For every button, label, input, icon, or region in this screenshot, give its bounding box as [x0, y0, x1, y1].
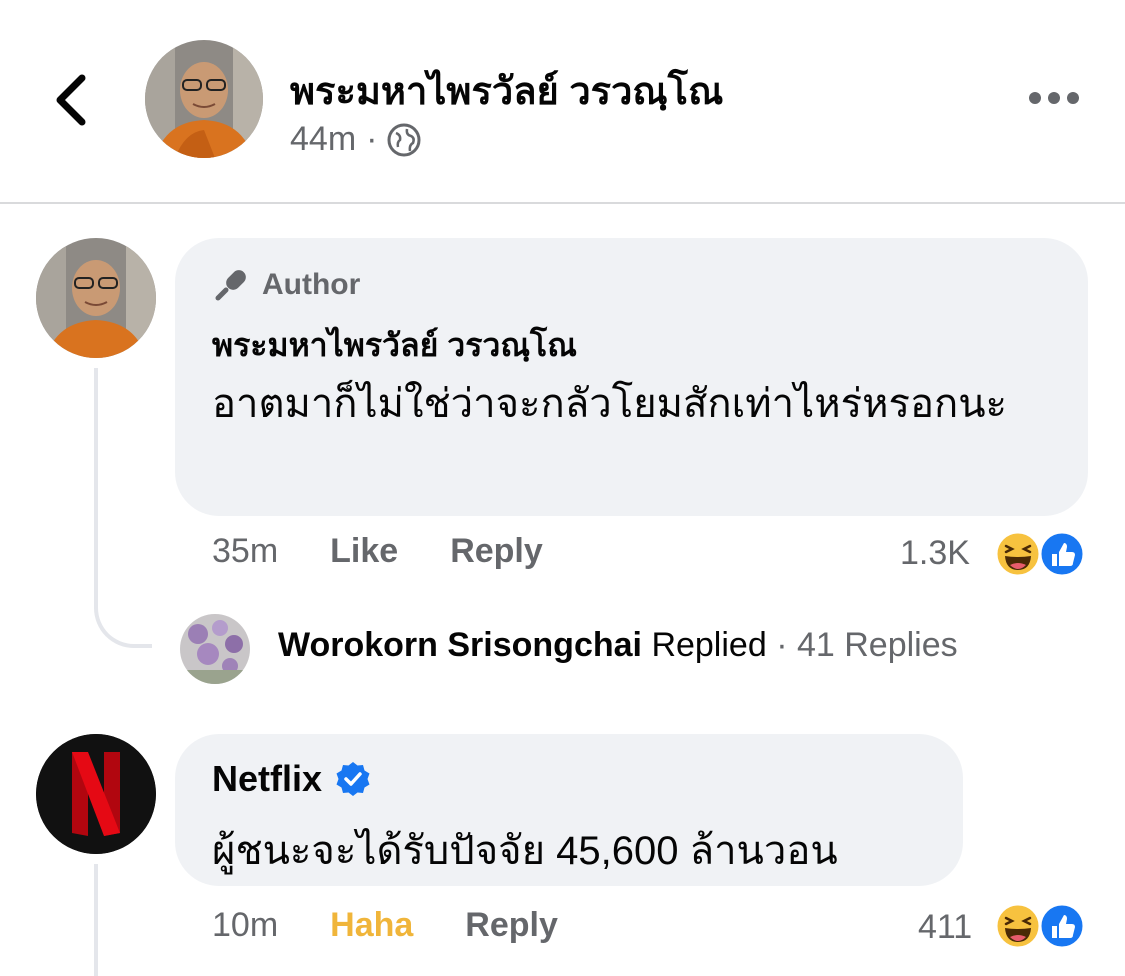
author-badge: Author [212, 266, 360, 304]
page-title[interactable]: พระมหาไพรวัลย์ วรวณฺโณ [290, 60, 723, 121]
author-avatar[interactable] [145, 40, 263, 158]
replies-summary[interactable]: Worokorn Srisongchai Replied · 41 Replie… [278, 626, 958, 665]
reaction-count[interactable]: 1.3K [900, 534, 970, 573]
reply-button[interactable]: Reply [465, 906, 558, 945]
like-icon [1038, 530, 1086, 578]
comment-actions: 35m Like Reply [212, 532, 543, 571]
replier-name: Worokorn Srisongchai [278, 626, 642, 664]
replies-separator: · [776, 626, 788, 664]
commenter-name[interactable]: Netflix [212, 758, 322, 800]
globe-icon [387, 123, 421, 156]
microphone-icon [215, 270, 246, 301]
comment-time[interactable]: 35m [212, 532, 278, 571]
replies-count: 41 Replies [796, 626, 958, 664]
comment-text: ผู้ชนะจะได้รับปัจจัย 45,600 ล้านวอน [212, 829, 838, 873]
reply-button[interactable]: Reply [450, 532, 543, 571]
netflix-avatar[interactable] [36, 734, 156, 854]
more-options-button[interactable] [1028, 90, 1080, 106]
header-divider [0, 202, 1125, 204]
author-badge-label: Author [262, 268, 361, 301]
meta-separator: · [366, 120, 378, 158]
commenter-name[interactable]: พระมหาไพรวัลย์ วรวณฺโณ [212, 320, 577, 371]
post-meta: 44m · [290, 120, 421, 159]
comment-avatar[interactable] [36, 238, 156, 358]
reaction-icons[interactable] [994, 902, 1086, 950]
commenter-header: Netflix [212, 758, 372, 800]
like-button[interactable]: Like [330, 532, 398, 571]
netflix-logo-icon [36, 734, 156, 854]
post-time: 44m [290, 120, 357, 158]
more-icon [1029, 92, 1079, 104]
replied-label: Replied [651, 626, 767, 664]
haha-icon [994, 530, 1042, 578]
replier-avatar[interactable] [180, 614, 250, 684]
thread-connector [94, 368, 152, 648]
chevron-left-icon [56, 74, 86, 126]
back-button[interactable] [52, 72, 92, 128]
comment-text: อาตมาก็ไม่ใช่ว่าจะกลัวโยมสักเท่าไหร่หรอก… [212, 382, 1008, 426]
thread-connector [94, 864, 98, 976]
comment-actions: 10m Haha Reply [212, 906, 558, 945]
comment-time[interactable]: 10m [212, 906, 278, 945]
reaction-icons[interactable] [994, 530, 1086, 578]
haha-icon [994, 902, 1042, 950]
verified-badge-icon [336, 762, 370, 796]
reaction-count[interactable]: 411 [918, 908, 972, 947]
like-icon [1038, 902, 1086, 950]
haha-reaction-button[interactable]: Haha [330, 906, 413, 945]
